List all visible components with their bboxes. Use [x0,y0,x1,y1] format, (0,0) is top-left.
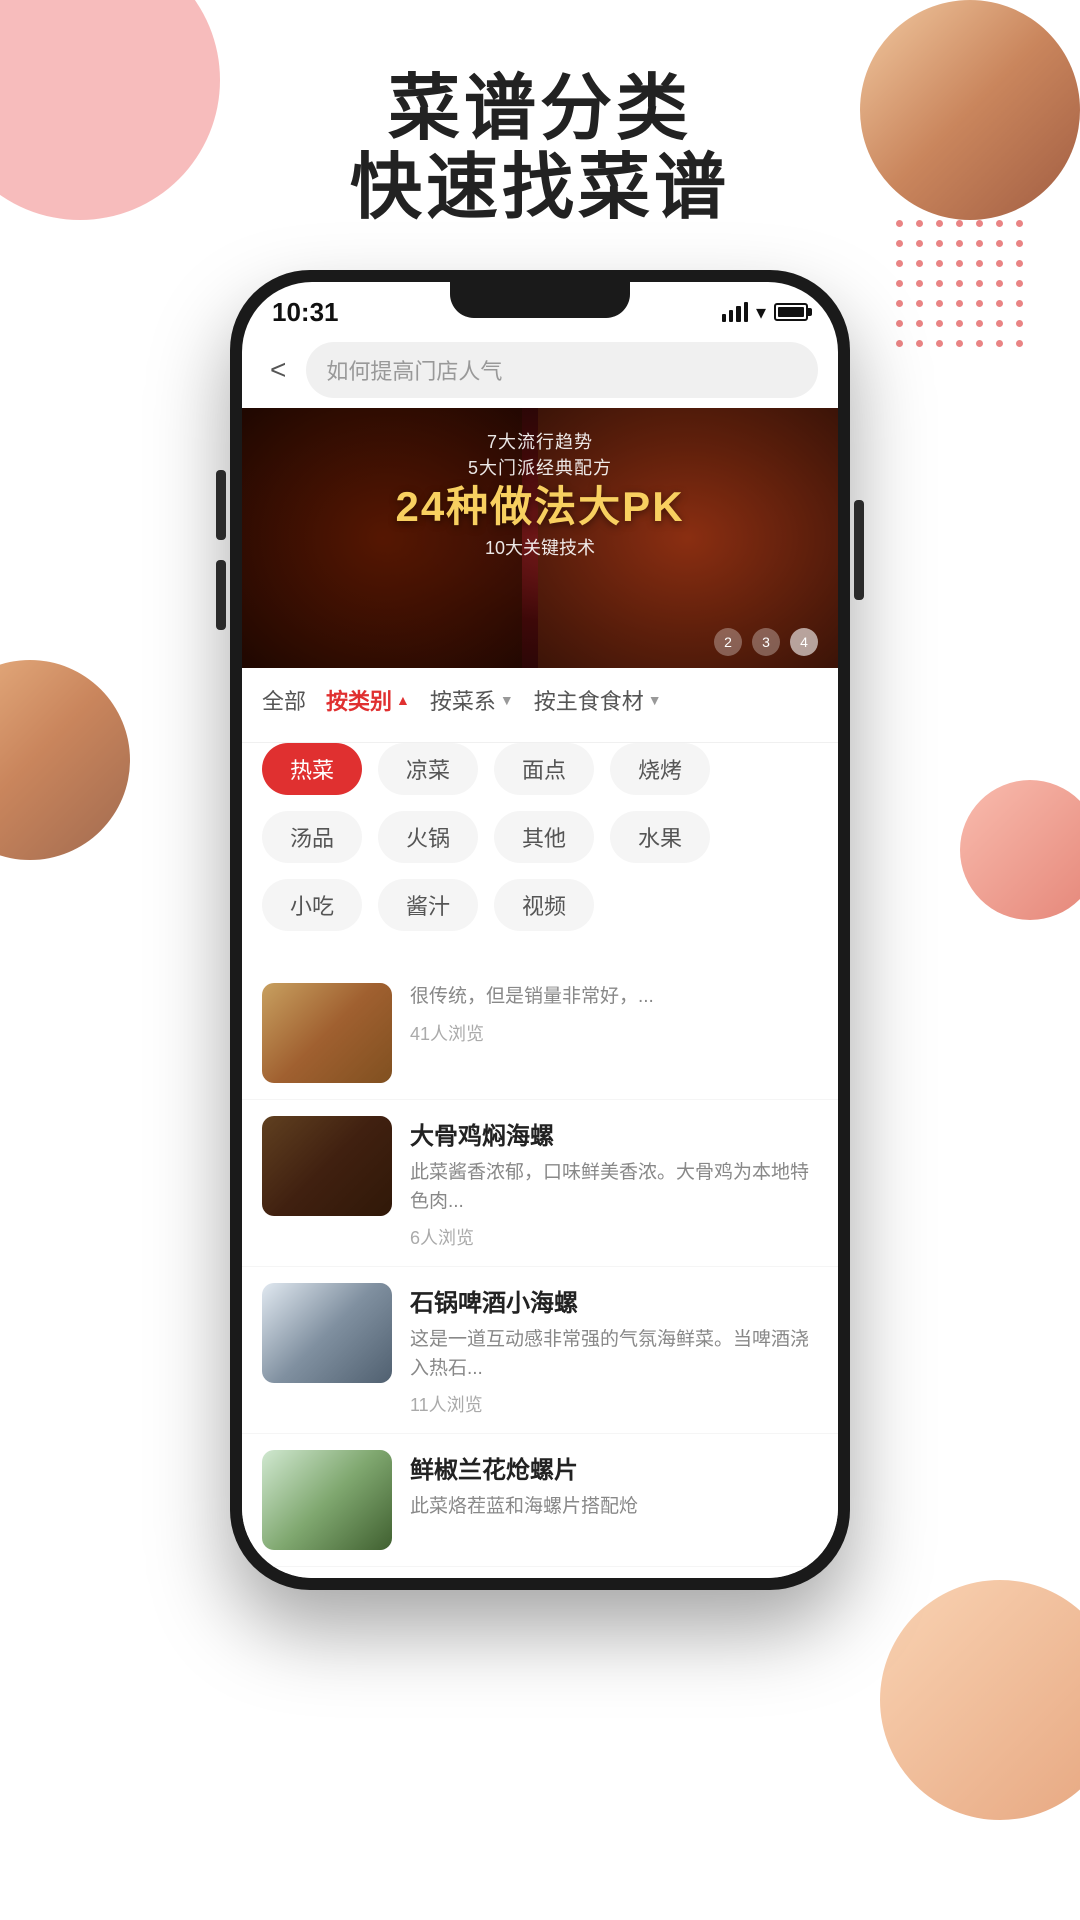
status-time: 10:31 [272,297,339,328]
recipe-desc-3: 这是一道互动感非常强的气氛海鲜菜。当啤酒浇入热石... [410,1326,818,1383]
banner-pagination: 2 3 4 [714,628,818,656]
recipe-title-2: 大骨鸡焖海螺 [410,1116,818,1151]
chip-fruit[interactable]: 水果 [610,811,710,863]
phone-outer-frame: 10:31 ▾ < 如何提高 [230,270,850,1590]
back-button[interactable]: < [262,350,294,390]
recipe-list: 很传统，但是销量非常好，... 41人浏览 大骨鸡焖海螺 此菜酱香浓郁，口味鲜美… [242,967,838,1578]
chip-other[interactable]: 其他 [494,811,594,863]
banner-dot-4: 4 [790,628,818,656]
category-chips: 热菜 凉菜 面点 烧烤 汤品 火锅 其他 水果 小吃 酱汁 视频 [242,743,838,967]
recipe-image-4 [262,1450,392,1550]
recipe-image-3 [262,1283,392,1383]
chip-row-1: 热菜 凉菜 面点 烧烤 [262,743,818,795]
search-bar-row: < 如何提高门店人气 [242,332,838,408]
recipe-image-1 [262,983,392,1083]
recipe-item-3[interactable]: 石锅啤酒小海螺 这是一道互动感非常强的气氛海鲜菜。当啤酒浇入热石... 11人浏… [242,1267,838,1434]
wifi-icon: ▾ [756,300,766,325]
chip-row-2: 汤品 火锅 其他 水果 [262,811,818,863]
recipe-item-4[interactable]: 鲜椒兰花炝螺片 此菜烙茬蓝和海螺片搭配炝 [242,1434,838,1567]
chip-hotpot[interactable]: 火锅 [378,811,478,863]
recipe-title-4: 鲜椒兰花炝螺片 [410,1450,818,1485]
chip-bbq[interactable]: 烧烤 [610,743,710,795]
recipe-views-2: 6人浏览 [410,1224,818,1250]
header-text-block: 菜谱分类 快速找菜谱 [0,70,1080,228]
chip-row-3: 小吃 酱汁 视频 [262,879,818,931]
banner-line3: 10大关键技术 [242,534,838,560]
banner-dot-2: 2 [714,628,742,656]
recipe-item-2[interactable]: 大骨鸡焖海螺 此菜酱香浓郁，口味鲜美香浓。大骨鸡为本地特色肉... 6人浏览 [242,1100,838,1267]
volume-down-button [216,560,226,630]
filter-by-category[interactable]: 按类别 ▲ [326,684,410,716]
promotional-banner[interactable]: 7大流行趋势 5大门派经典配方 24种做法大PK 10大关键技术 2 3 4 [242,408,838,668]
filter-by-ingredient[interactable]: 按主食食材 ▼ [534,684,662,716]
chip-cold[interactable]: 凉菜 [378,743,478,795]
recipe-item-1[interactable]: 很传统，但是销量非常好，... 41人浏览 [242,967,838,1100]
recipe-content-4: 鲜椒兰花炝螺片 此菜烙茬蓝和海螺片搭配炝 [410,1450,818,1530]
filter-cuisine-arrow: ▼ [500,692,514,708]
recipe-title-3: 石锅啤酒小海螺 [410,1283,818,1318]
recipe-content-3: 石锅啤酒小海螺 这是一道互动感非常强的气氛海鲜菜。当啤酒浇入热石... 11人浏… [410,1283,818,1417]
banner-line2: 5大门派经典配方 [242,454,838,480]
phone-notch [450,282,630,318]
banner-line1: 7大流行趋势 [242,428,838,454]
food-blob-left [0,660,130,860]
recipe-image-2 [262,1116,392,1216]
recipe-desc-2: 此菜酱香浓郁，口味鲜美香浓。大骨鸡为本地特色肉... [410,1159,818,1216]
header-title-line1: 菜谱分类 [0,70,1080,149]
status-icons: ▾ [722,300,808,325]
filter-ingredient-arrow: ▼ [648,692,662,708]
recipe-desc-1: 很传统，但是销量非常好，... [410,983,818,1012]
banner-main-text: 24种做法大PK [242,484,838,530]
recipe-content-2: 大骨鸡焖海螺 此菜酱香浓郁，口味鲜美香浓。大骨鸡为本地特色肉... 6人浏览 [410,1116,818,1250]
recipe-desc-4: 此菜烙茬蓝和海螺片搭配炝 [410,1493,818,1522]
filter-all[interactable]: 全部 [262,684,306,716]
power-button [854,500,864,600]
chip-sauce[interactable]: 酱汁 [378,879,478,931]
chip-video[interactable]: 视频 [494,879,594,931]
recipe-views-1: 41人浏览 [410,1020,818,1046]
chip-soup[interactable]: 汤品 [262,811,362,863]
banner-dot-3: 3 [752,628,780,656]
phone-screen: 10:31 ▾ < 如何提高 [242,282,838,1578]
header-title-line2: 快速找菜谱 [0,149,1080,228]
chip-snack[interactable]: 小吃 [262,879,362,931]
food-blob-bottom-right [880,1580,1080,1820]
filter-category-arrow: ▲ [396,692,410,708]
recipe-content-1: 很传统，但是销量非常好，... 41人浏览 [410,983,818,1046]
filter-by-cuisine[interactable]: 按菜系 ▼ [430,684,514,716]
chip-dim[interactable]: 面点 [494,743,594,795]
battery-icon [774,303,808,321]
recipe-views-3: 11人浏览 [410,1391,818,1417]
phone-mockup: 10:31 ▾ < 如何提高 [230,270,850,1590]
decoration-circle-right [960,780,1080,920]
dot-grid-decoration [896,220,1030,354]
signal-icon [722,302,748,322]
banner-text: 7大流行趋势 5大门派经典配方 24种做法大PK 10大关键技术 [242,428,838,560]
filter-row: 全部 按类别 ▲ 按菜系 ▼ 按主食食材 ▼ [262,684,818,716]
filter-tabs: 全部 按类别 ▲ 按菜系 ▼ 按主食食材 ▼ [242,668,838,743]
search-input[interactable]: 如何提高门店人气 [306,342,818,398]
chip-hot[interactable]: 热菜 [262,743,362,795]
volume-up-button [216,470,226,540]
